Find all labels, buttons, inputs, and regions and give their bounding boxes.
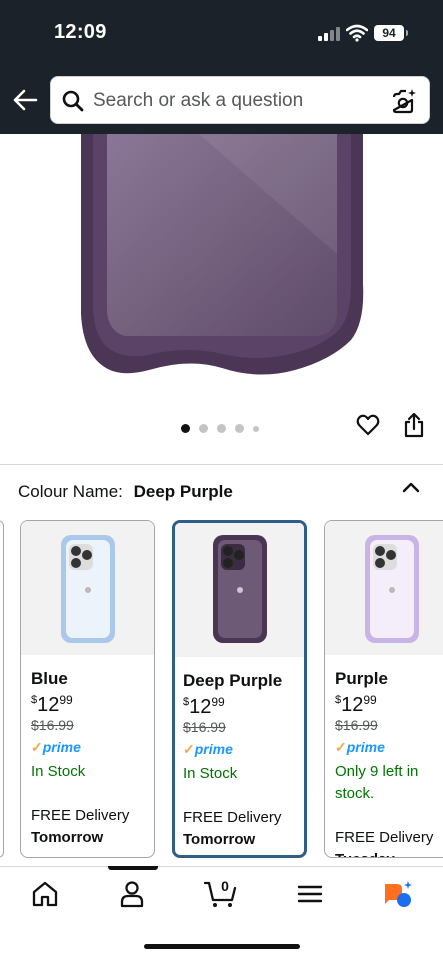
colour-option-image xyxy=(175,523,304,657)
stock-status: In Stock xyxy=(31,763,86,780)
active-tab-indicator xyxy=(108,866,158,870)
colour-name-row: Colour Name: Deep Purple xyxy=(18,482,233,502)
colour-option-price: $1299 xyxy=(335,693,377,716)
search-icon xyxy=(62,90,84,112)
colour-option-name: Blue xyxy=(31,669,68,688)
phone-case-thumbnail xyxy=(61,535,115,643)
prime-badge: ✓prime xyxy=(183,741,233,757)
battery-indicator: 94 xyxy=(374,25,408,41)
colour-label: Colour Name: xyxy=(18,482,123,501)
stock-status: In Stock xyxy=(183,765,238,782)
image-pagination-dots[interactable] xyxy=(181,420,268,434)
delivery-info: FREE DeliveryTuesday xyxy=(335,829,434,857)
heart-icon[interactable] xyxy=(356,413,380,437)
rufus-assistant-icon[interactable] xyxy=(382,880,414,908)
prime-badge: ✓prime xyxy=(31,739,81,755)
colour-option-was-price: $16.99 xyxy=(335,717,378,733)
colour-option-card-purple[interactable]: Purple $1299 $16.99 ✓prime Only 9 left i… xyxy=(324,520,443,858)
pagination-dot[interactable] xyxy=(253,425,259,432)
colour-option-was-price: $16.99 xyxy=(183,719,226,735)
colour-option-name: Purple xyxy=(335,669,388,688)
colour-option-price: $1299 xyxy=(183,695,225,718)
cart-count: 0 xyxy=(221,878,229,894)
divider xyxy=(0,464,443,465)
colour-option-card-partial[interactable] xyxy=(0,520,4,858)
colour-option-price: $1299 xyxy=(31,693,73,716)
colour-option-image xyxy=(325,521,443,655)
search-input[interactable]: Search or ask a question xyxy=(93,90,303,112)
colour-option-name: Deep Purple xyxy=(183,671,283,690)
delivery-info: FREE Delivery Tomorrow xyxy=(183,809,282,848)
back-arrow-icon[interactable] xyxy=(12,88,38,112)
product-image xyxy=(81,134,364,375)
colour-selected-value: Deep Purple xyxy=(133,482,233,501)
home-indicator xyxy=(144,944,300,949)
camera-search-icon[interactable] xyxy=(391,87,417,115)
share-icon[interactable] xyxy=(403,412,425,438)
phone-case-thumbnail xyxy=(213,535,267,643)
wifi-icon xyxy=(346,24,368,42)
colour-option-was-price: $16.99 xyxy=(31,717,74,733)
status-time: 12:09 xyxy=(54,21,107,43)
cellular-signal-icon xyxy=(318,27,340,41)
delivery-info: FREE Delivery Tomorrow xyxy=(31,807,130,846)
colour-option-image xyxy=(21,521,154,655)
menu-icon[interactable] xyxy=(296,880,324,908)
colour-option-card-deep-purple[interactable]: Deep Purple $1299 $16.99 ✓prime In Stock… xyxy=(172,520,307,858)
search-bar[interactable]: Search or ask a question xyxy=(50,76,430,124)
stock-status: Only 9 left in stock. xyxy=(335,763,419,802)
phone-case-thumbnail xyxy=(365,535,419,643)
home-icon[interactable] xyxy=(31,880,59,908)
account-icon[interactable] xyxy=(118,880,146,908)
chevron-up-icon[interactable] xyxy=(402,480,420,494)
colour-option-card-blue[interactable]: Blue $1299 $16.99 ✓prime In Stock FREE D… xyxy=(20,520,155,858)
prime-badge: ✓prime xyxy=(335,739,385,755)
